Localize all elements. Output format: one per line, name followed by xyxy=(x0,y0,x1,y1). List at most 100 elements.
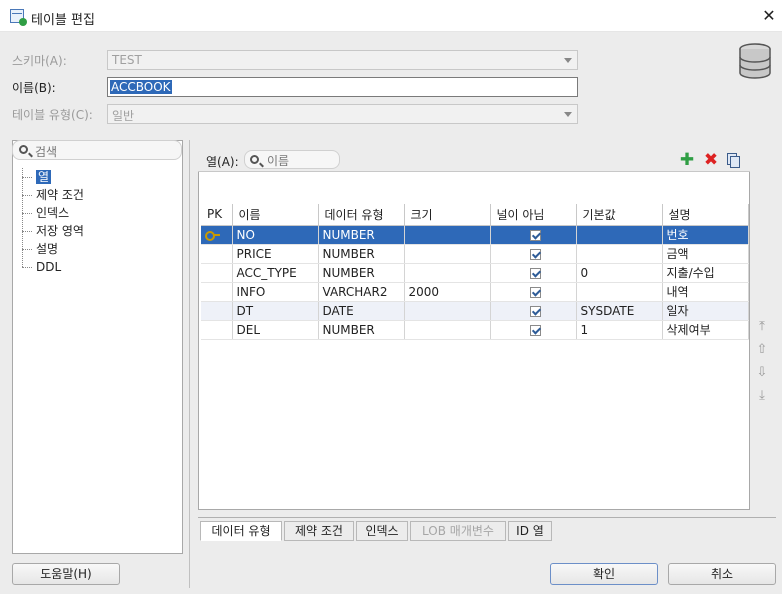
comment-cell[interactable]: 삭제여부 xyxy=(662,320,749,340)
move-top-icon[interactable]: ⤒ xyxy=(754,318,770,336)
table-row[interactable]: DEL NUMBER 1 삭제여부 xyxy=(201,320,749,340)
tree-item-label: 설명 xyxy=(36,242,59,256)
type-cell[interactable]: NUMBER xyxy=(318,320,405,340)
comment-cell[interactable]: 금액 xyxy=(662,244,749,264)
not-null-cell[interactable] xyxy=(490,282,577,302)
tree-item-columns[interactable]: 열 xyxy=(20,168,170,186)
type-cell[interactable]: VARCHAR2 xyxy=(318,282,405,302)
not-null-checkbox[interactable] xyxy=(529,229,541,241)
tab-data-type[interactable]: 데이터 유형 xyxy=(200,521,282,541)
copy-column-button[interactable] xyxy=(725,151,743,169)
pk-cell[interactable] xyxy=(201,244,233,264)
table-row[interactable]: ACC_TYPE NUMBER 0 지출/수입 xyxy=(201,263,749,283)
comment-cell[interactable]: 지출/수입 xyxy=(662,263,749,283)
move-up-icon[interactable]: ⇧ xyxy=(754,341,770,359)
size-cell[interactable] xyxy=(404,320,491,340)
move-down-icon[interactable]: ⇩ xyxy=(754,364,770,382)
not-null-cell[interactable] xyxy=(490,263,577,283)
nav-tree: 열 제약 조건 인덱스 저장 영역 설명 DDL xyxy=(20,168,170,276)
not-null-cell[interactable] xyxy=(490,244,577,264)
default-cell[interactable]: SYSDATE xyxy=(576,301,663,321)
size-cell[interactable] xyxy=(404,225,491,245)
pk-cell[interactable] xyxy=(201,282,233,302)
type-cell[interactable]: NUMBER xyxy=(318,263,405,283)
header-comment[interactable]: 설명 xyxy=(662,204,749,226)
splitter[interactable] xyxy=(189,140,190,588)
pk-cell[interactable] xyxy=(201,225,233,245)
header-default[interactable]: 기본값 xyxy=(576,204,663,226)
tab-constraints[interactable]: 제약 조건 xyxy=(284,521,354,541)
delete-column-button[interactable]: ✖ xyxy=(702,151,720,169)
schema-label: 스키마(A): xyxy=(12,54,67,68)
tree-item-storage[interactable]: 저장 영역 xyxy=(20,222,170,240)
not-null-cell[interactable] xyxy=(490,320,577,340)
comment-cell[interactable]: 일자 xyxy=(662,301,749,321)
pk-cell[interactable] xyxy=(201,263,233,283)
default-cell[interactable] xyxy=(576,282,663,302)
chevron-down-icon xyxy=(564,58,572,63)
help-button[interactable]: 도움말(H) xyxy=(12,563,120,585)
cancel-button[interactable]: 취소 xyxy=(668,563,776,585)
size-cell[interactable] xyxy=(404,263,491,283)
not-null-cell[interactable] xyxy=(490,225,577,245)
size-cell[interactable] xyxy=(404,244,491,264)
not-null-cell[interactable] xyxy=(490,301,577,321)
not-null-checkbox[interactable] xyxy=(529,324,541,336)
close-button[interactable]: ✕ xyxy=(758,6,780,28)
header-name[interactable]: 이름 xyxy=(232,204,319,226)
tree-item-constraints[interactable]: 제약 조건 xyxy=(20,186,170,204)
name-cell[interactable]: PRICE xyxy=(232,244,319,264)
pk-cell[interactable] xyxy=(201,301,233,321)
default-cell[interactable] xyxy=(576,225,663,245)
tree-item-comment[interactable]: 설명 xyxy=(20,240,170,258)
name-cell[interactable]: DT xyxy=(232,301,319,321)
comment-cell[interactable]: 내역 xyxy=(662,282,749,302)
name-cell[interactable]: ACC_TYPE xyxy=(232,263,319,283)
window-title: 테이블 편집 xyxy=(31,13,95,28)
size-cell[interactable] xyxy=(404,301,491,321)
nav-search-placeholder: 검색 xyxy=(35,145,58,159)
table-type-combo: 일반 xyxy=(107,104,578,124)
comment-cell[interactable]: 번호 xyxy=(662,225,749,245)
not-null-checkbox[interactable] xyxy=(529,248,541,260)
not-null-checkbox[interactable] xyxy=(529,305,541,317)
table-row[interactable]: INFO VARCHAR2 2000 내역 xyxy=(201,282,749,302)
pk-cell[interactable] xyxy=(201,320,233,340)
not-null-checkbox[interactable] xyxy=(529,286,541,298)
not-null-checkbox[interactable] xyxy=(529,267,541,279)
tab-lob-parameters: LOB 매개변수 xyxy=(410,521,506,541)
table-row[interactable]: PRICE NUMBER 금액 xyxy=(201,244,749,264)
column-search-input[interactable]: 이름 xyxy=(244,150,340,169)
name-cell[interactable]: INFO xyxy=(232,282,319,302)
table-row[interactable]: NO NUMBER 번호 xyxy=(201,225,749,245)
schema-value: TEST xyxy=(112,53,142,67)
nav-search-input[interactable]: 검색 xyxy=(12,140,182,160)
name-cell[interactable]: NO xyxy=(232,225,319,245)
type-cell[interactable]: NUMBER xyxy=(318,225,405,245)
dialog-body: 스키마(A): TEST 이름(B): ACCBOOK 테이블 유형(C): 일… xyxy=(0,32,782,594)
table-name-input[interactable]: ACCBOOK xyxy=(107,77,578,97)
tab-identity-column[interactable]: ID 열 xyxy=(508,521,552,541)
tree-item-label: 저장 영역 xyxy=(36,224,84,238)
type-cell[interactable]: DATE xyxy=(318,301,405,321)
schema-combo: TEST xyxy=(107,50,578,70)
size-cell[interactable]: 2000 xyxy=(404,282,491,302)
header-data-type[interactable]: 데이터 유형 xyxy=(318,204,405,226)
search-icon xyxy=(250,155,259,164)
name-cell[interactable]: DEL xyxy=(232,320,319,340)
header-size[interactable]: 크기 xyxy=(404,204,491,226)
move-bottom-icon[interactable]: ⤓ xyxy=(754,387,770,405)
type-cell[interactable]: NUMBER xyxy=(318,244,405,264)
default-cell[interactable] xyxy=(576,244,663,264)
header-not-null[interactable]: 널이 아님 xyxy=(490,204,577,226)
ok-button[interactable]: 확인 xyxy=(550,563,658,585)
tree-item-indexes[interactable]: 인덱스 xyxy=(20,204,170,222)
tab-indexes[interactable]: 인덱스 xyxy=(356,521,408,541)
header-pk[interactable]: PK xyxy=(201,204,233,226)
default-cell[interactable]: 0 xyxy=(576,263,663,283)
tree-item-ddl[interactable]: DDL xyxy=(20,258,170,276)
table-row[interactable]: DT DATE SYSDATE 일자 xyxy=(201,301,749,321)
default-cell[interactable]: 1 xyxy=(576,320,663,340)
title-bar: 테이블 편집 ✕ xyxy=(0,0,782,32)
add-column-button[interactable]: ✚ xyxy=(678,151,696,169)
